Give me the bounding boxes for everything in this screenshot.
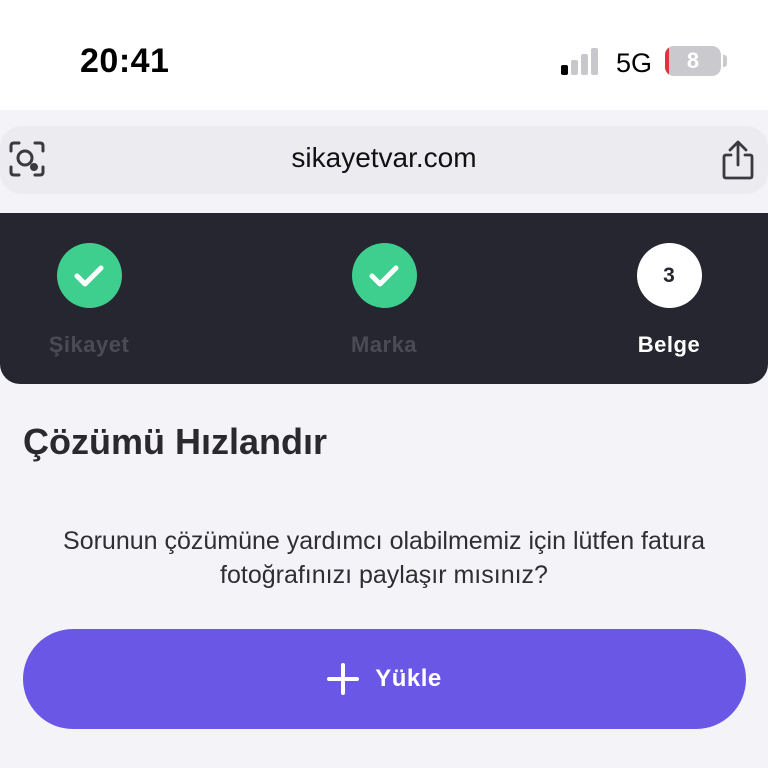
upload-button-label: Yükle (375, 665, 442, 692)
progress-stepper: Şikayet Marka 3 Belge (0, 213, 768, 384)
status-bar: 20:41 5G 8 (0, 0, 768, 110)
url-text[interactable]: sikayetvar.com (0, 142, 768, 174)
address-bar[interactable]: sikayetvar.com (0, 126, 768, 194)
description-text: Sorunun çözümüne yardımcı olabilmemiz iç… (63, 527, 705, 589)
step-marka: Marka (304, 243, 464, 358)
share-icon[interactable] (720, 140, 756, 180)
signal-icon (561, 47, 601, 75)
check-icon (369, 265, 399, 286)
battery-level: 8 (686, 48, 700, 73)
plus-icon (327, 663, 360, 695)
battery-cap (723, 55, 727, 67)
lens-icon[interactable] (8, 140, 46, 178)
status-time: 20:41 (80, 42, 170, 80)
step-belge: 3 Belge (589, 243, 749, 358)
step-label: Şikayet (48, 332, 130, 357)
step-done-circle (351, 243, 417, 308)
upload-button[interactable]: Yükle (23, 629, 746, 729)
step-label: Belge (637, 332, 701, 357)
step-done-circle (56, 243, 122, 308)
network-type: 5G (616, 48, 653, 78)
step-label: Marka (350, 332, 418, 357)
step-sikayet: Şikayet (9, 243, 169, 358)
battery-icon: 8 (665, 46, 721, 76)
step-number-circle: 3 (636, 243, 702, 308)
page-title: Çözümü Hızlandır (23, 421, 327, 462)
check-icon (74, 265, 104, 286)
